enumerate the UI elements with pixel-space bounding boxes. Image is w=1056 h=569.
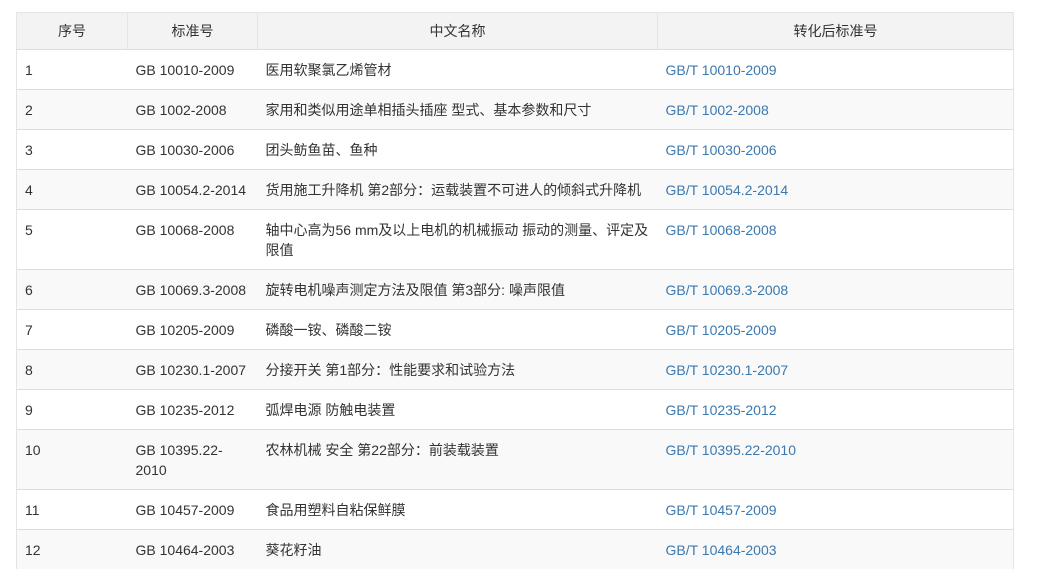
cell-chinese-name: 团头鲂鱼苗、鱼种 <box>258 130 658 170</box>
cell-standard: GB 1002-2008 <box>128 90 258 130</box>
cell-converted-link[interactable]: GB/T 10069.3-2008 <box>658 270 1014 310</box>
cell-standard: GB 10230.1-2007 <box>128 350 258 390</box>
cell-chinese-name: 葵花籽油 <box>258 530 658 569</box>
cell-chinese-name: 磷酸一铵、磷酸二铵 <box>258 310 658 350</box>
cell-converted-link[interactable]: GB/T 10205-2009 <box>658 310 1014 350</box>
cell-converted-link[interactable]: GB/T 10010-2009 <box>658 50 1014 90</box>
cell-converted-link[interactable]: GB/T 1002-2008 <box>658 90 1014 130</box>
cell-converted-link[interactable]: GB/T 10030-2006 <box>658 130 1014 170</box>
cell-index: 6 <box>17 270 128 310</box>
cell-converted-link[interactable]: GB/T 10235-2012 <box>658 390 1014 430</box>
cell-index: 4 <box>17 170 128 210</box>
cell-standard: GB 10457-2009 <box>128 490 258 530</box>
cell-standard: GB 10205-2009 <box>128 310 258 350</box>
cell-standard: GB 10069.3-2008 <box>128 270 258 310</box>
cell-chinese-name: 货用施工升降机 第2部分：运载装置不可进人的倾斜式升降机 <box>258 170 658 210</box>
header-row: 序号 标准号 中文名称 转化后标准号 <box>17 13 1014 50</box>
cell-index: 12 <box>17 530 128 569</box>
table-row: 5 GB 10068-2008 轴中心高为56 mm及以上电机的机械振动 振动的… <box>17 210 1014 270</box>
cell-index: 2 <box>17 90 128 130</box>
cell-converted-link[interactable]: GB/T 10054.2-2014 <box>658 170 1014 210</box>
cell-index: 8 <box>17 350 128 390</box>
cell-converted-link[interactable]: GB/T 10395.22-2010 <box>658 430 1014 490</box>
header-index: 序号 <box>17 13 128 50</box>
table-body: 1 GB 10010-2009 医用软聚氯乙烯管材 GB/T 10010-200… <box>17 50 1014 569</box>
cell-index: 9 <box>17 390 128 430</box>
table-row: 12 GB 10464-2003 葵花籽油 GB/T 10464-2003 <box>17 530 1014 569</box>
table-header: 序号 标准号 中文名称 转化后标准号 <box>17 13 1014 50</box>
header-converted: 转化后标准号 <box>658 13 1014 50</box>
table-row: 9 GB 10235-2012 弧焊电源 防触电装置 GB/T 10235-20… <box>17 390 1014 430</box>
cell-chinese-name: 旋转电机噪声测定方法及限值 第3部分: 噪声限值 <box>258 270 658 310</box>
cell-index: 1 <box>17 50 128 90</box>
cell-chinese-name: 家用和类似用途单相插头插座 型式、基本参数和尺寸 <box>258 90 658 130</box>
table-row: 6 GB 10069.3-2008 旋转电机噪声测定方法及限值 第3部分: 噪声… <box>17 270 1014 310</box>
cell-standard: GB 10395.22-2010 <box>128 430 258 490</box>
table-row: 10 GB 10395.22-2010 农林机械 安全 第22部分：前装载装置 … <box>17 430 1014 490</box>
cell-chinese-name: 食品用塑料自粘保鲜膜 <box>258 490 658 530</box>
cell-standard: GB 10030-2006 <box>128 130 258 170</box>
cell-index: 7 <box>17 310 128 350</box>
cell-standard: GB 10464-2003 <box>128 530 258 569</box>
cell-chinese-name: 医用软聚氯乙烯管材 <box>258 50 658 90</box>
cell-chinese-name: 分接开关 第1部分：性能要求和试验方法 <box>258 350 658 390</box>
cell-index: 11 <box>17 490 128 530</box>
table-row: 4 GB 10054.2-2014 货用施工升降机 第2部分：运载装置不可进人的… <box>17 170 1014 210</box>
cell-standard: GB 10054.2-2014 <box>128 170 258 210</box>
cell-converted-link[interactable]: GB/T 10230.1-2007 <box>658 350 1014 390</box>
table-row: 7 GB 10205-2009 磷酸一铵、磷酸二铵 GB/T 10205-200… <box>17 310 1014 350</box>
table-row: 1 GB 10010-2009 医用软聚氯乙烯管材 GB/T 10010-200… <box>17 50 1014 90</box>
table-row: 3 GB 10030-2006 团头鲂鱼苗、鱼种 GB/T 10030-2006 <box>17 130 1014 170</box>
table-row: 8 GB 10230.1-2007 分接开关 第1部分：性能要求和试验方法 GB… <box>17 350 1014 390</box>
cell-converted-link[interactable]: GB/T 10464-2003 <box>658 530 1014 569</box>
cell-chinese-name: 农林机械 安全 第22部分：前装载装置 <box>258 430 658 490</box>
cell-index: 5 <box>17 210 128 270</box>
cell-standard: GB 10010-2009 <box>128 50 258 90</box>
standards-table-container: 序号 标准号 中文名称 转化后标准号 1 GB 10010-2009 医用软聚氯… <box>16 12 1013 569</box>
cell-chinese-name: 弧焊电源 防触电装置 <box>258 390 658 430</box>
table-row: 2 GB 1002-2008 家用和类似用途单相插头插座 型式、基本参数和尺寸 … <box>17 90 1014 130</box>
cell-chinese-name: 轴中心高为56 mm及以上电机的机械振动 振动的测量、评定及限值 <box>258 210 658 270</box>
cell-index: 10 <box>17 430 128 490</box>
cell-index: 3 <box>17 130 128 170</box>
table-row: 11 GB 10457-2009 食品用塑料自粘保鲜膜 GB/T 10457-2… <box>17 490 1014 530</box>
cell-standard: GB 10235-2012 <box>128 390 258 430</box>
header-chinese-name: 中文名称 <box>258 13 658 50</box>
cell-standard: GB 10068-2008 <box>128 210 258 270</box>
header-standard: 标准号 <box>128 13 258 50</box>
cell-converted-link[interactable]: GB/T 10068-2008 <box>658 210 1014 270</box>
standards-table: 序号 标准号 中文名称 转化后标准号 1 GB 10010-2009 医用软聚氯… <box>16 12 1014 569</box>
cell-converted-link[interactable]: GB/T 10457-2009 <box>658 490 1014 530</box>
